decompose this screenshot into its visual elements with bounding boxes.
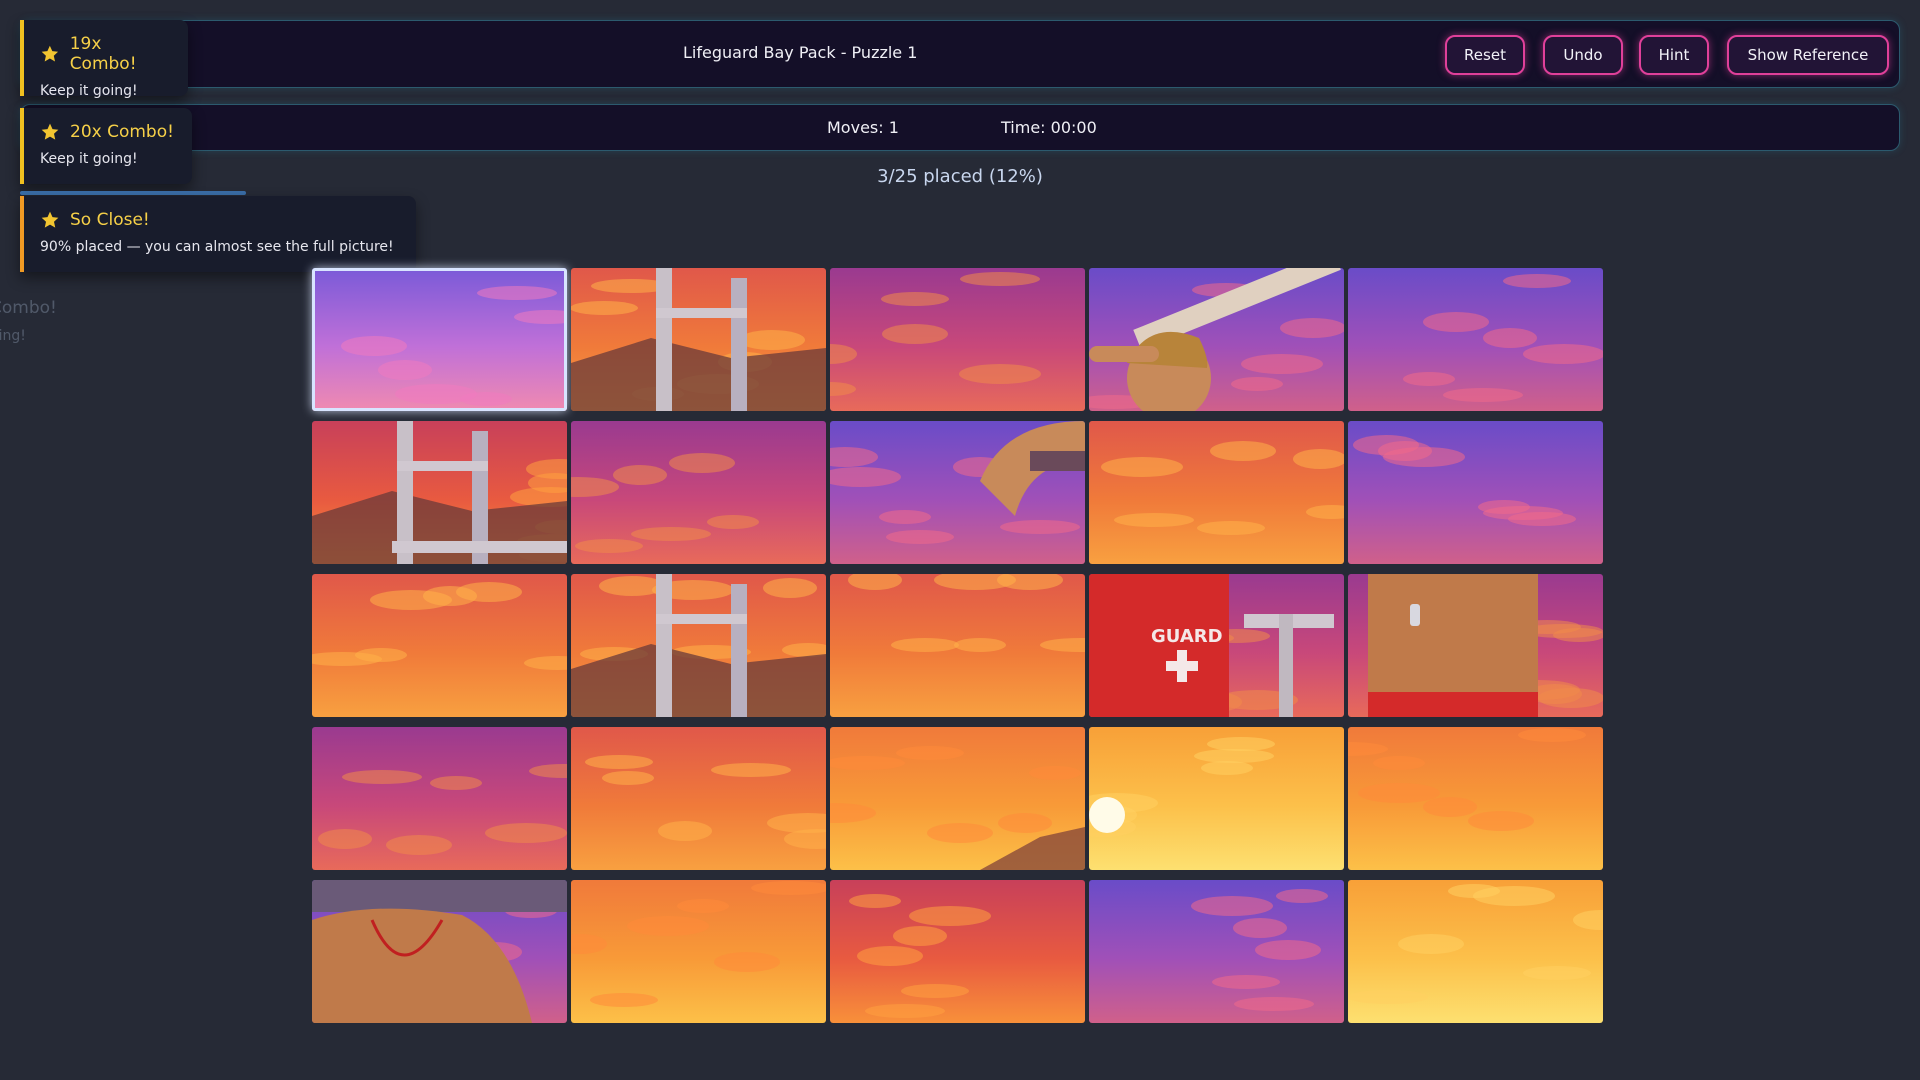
puzzle-tile[interactable] (571, 880, 826, 1023)
toast-title: 19x Combo! (69, 34, 137, 74)
puzzle-tile[interactable] (312, 880, 567, 1023)
puzzle-tile[interactable] (312, 268, 567, 411)
timer: Time: 00:00 (1001, 118, 1097, 137)
puzzle-tile[interactable] (830, 880, 1085, 1023)
progress-text: 3/25 placed (12%) (877, 166, 1043, 187)
puzzle-tile[interactable] (1089, 880, 1344, 1023)
puzzle-tile[interactable] (830, 727, 1085, 870)
puzzle-tile[interactable]: GUARD (1089, 574, 1344, 717)
puzzle-tile[interactable] (1348, 727, 1603, 870)
toast-notification: So Close! 90% placed — you can almost se… (20, 196, 416, 272)
toast-timer-bar (20, 191, 246, 195)
puzzle-tile[interactable] (312, 421, 567, 564)
puzzle-tile[interactable] (1089, 727, 1344, 870)
toast-title: Combo! (0, 298, 57, 318)
show-reference-button[interactable]: Show Reference (1727, 35, 1889, 75)
toast-title: 20x Combo! (70, 122, 174, 142)
undo-button[interactable]: Undo (1543, 35, 1623, 75)
puzzle-tile[interactable] (571, 421, 826, 564)
star-icon (41, 211, 59, 228)
toast-notification: 20x Combo! Keep it going! (20, 108, 192, 184)
header-bar: Lifeguard Bay Pack - Puzzle 1 Reset Undo… (20, 20, 1900, 88)
puzzle-tile[interactable] (830, 574, 1085, 717)
toast-message: oing! (0, 328, 26, 344)
puzzle-tile[interactable] (571, 268, 826, 411)
toast-notification: 19x Combo! Keep it going! (20, 20, 188, 99)
toast-message: Keep it going! (40, 151, 138, 167)
puzzle-tile[interactable] (571, 574, 826, 717)
svg-text:GUARD: GUARD (1151, 626, 1223, 647)
puzzle-tile[interactable] (830, 268, 1085, 411)
puzzle-title: Lifeguard Bay Pack - Puzzle 1 (683, 43, 918, 62)
puzzle-tile[interactable] (312, 727, 567, 870)
toast-message: 90% placed — you can almost see the full… (40, 239, 394, 255)
star-icon (41, 123, 59, 140)
reset-button[interactable]: Reset (1445, 35, 1525, 75)
puzzle-board: GUARD (312, 268, 1608, 1023)
puzzle-tile[interactable] (571, 727, 826, 870)
hint-button[interactable]: Hint (1639, 35, 1709, 75)
star-icon (41, 45, 59, 62)
puzzle-tile[interactable] (1348, 268, 1603, 411)
moves-counter: Moves: 1 (827, 118, 899, 137)
puzzle-tile[interactable] (1348, 421, 1603, 564)
puzzle-tile[interactable] (1089, 268, 1344, 411)
toast-message: Keep it going! (40, 83, 138, 99)
toast-title: So Close! (70, 210, 150, 230)
stats-bar: Moves: 1 Time: 00:00 (20, 104, 1900, 151)
puzzle-tile[interactable] (830, 421, 1085, 564)
puzzle-tile[interactable] (1089, 421, 1344, 564)
fading-toast: Combo! oing! (0, 284, 82, 360)
puzzle-tile[interactable] (1348, 880, 1603, 1023)
puzzle-tile[interactable] (312, 574, 567, 717)
puzzle-tile[interactable] (1348, 574, 1603, 717)
